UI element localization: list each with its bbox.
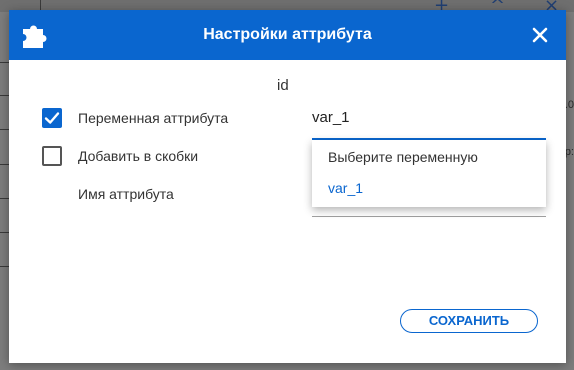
attribute-settings-dialog: Настройки аттрибута id Переменная аттриб… — [9, 10, 566, 363]
dialog-header: Настройки аттрибута — [9, 10, 566, 60]
close-button[interactable] — [529, 24, 551, 46]
check-icon — [44, 112, 60, 124]
variable-dropdown-menu: Выберите переменную var_1 — [312, 140, 546, 207]
attribute-variable-checkbox[interactable] — [42, 108, 62, 128]
variable-select[interactable]: var_1 — [312, 109, 350, 126]
attribute-name-label: Имя аттрибута — [78, 186, 174, 202]
save-button[interactable]: СОХРАНИТЬ — [400, 309, 538, 333]
attribute-variable-label: Переменная аттрибута — [78, 110, 229, 126]
background-cell-text: р: — [564, 146, 574, 158]
background-cell-text: .0 — [564, 99, 574, 111]
add-brackets-checkbox[interactable] — [42, 146, 62, 166]
dialog-title: Настройки аттрибута — [203, 26, 372, 43]
attribute-name-heading: id — [277, 77, 289, 94]
attribute-name-input[interactable] — [312, 216, 546, 217]
dropdown-option-var-1[interactable]: var_1 — [328, 180, 363, 196]
dropdown-placeholder-item[interactable]: Выберите переменную — [328, 149, 478, 165]
add-brackets-label: Добавить в скобки — [78, 148, 199, 164]
